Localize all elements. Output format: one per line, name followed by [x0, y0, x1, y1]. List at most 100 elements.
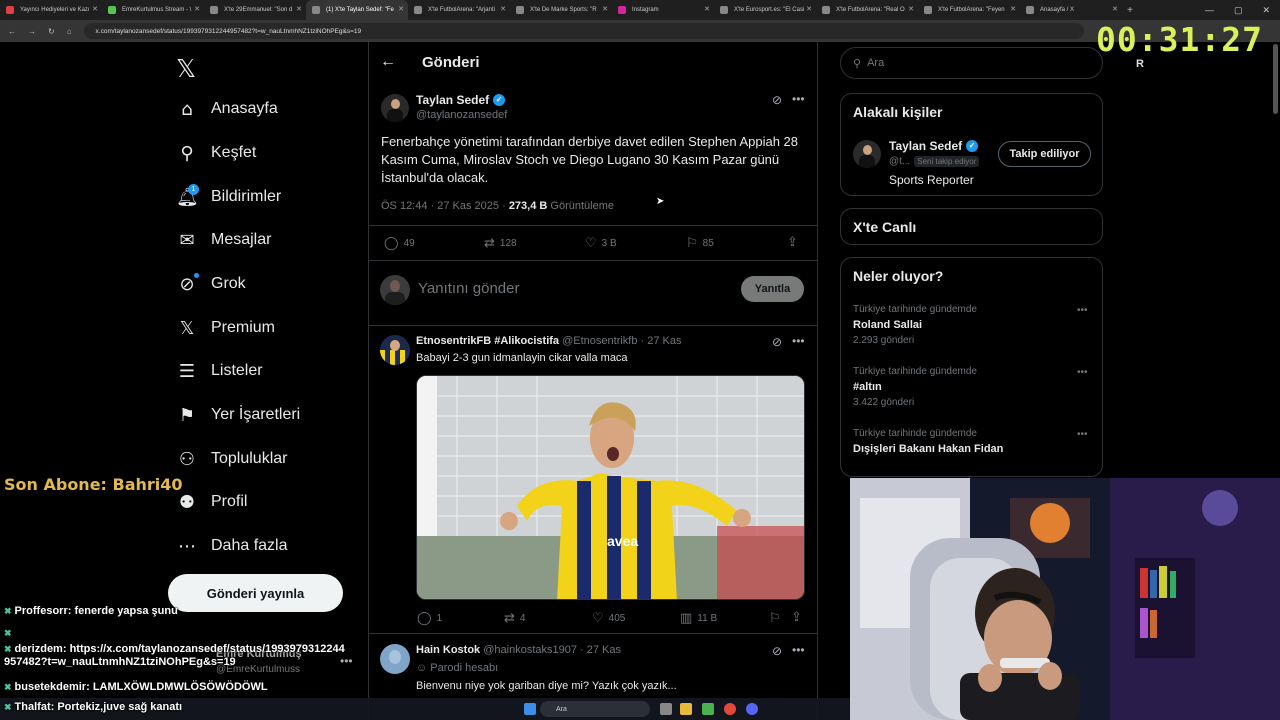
close-tab-icon[interactable]: ✕: [500, 5, 506, 13]
trend-name[interactable]: Roland Sallai: [853, 319, 922, 331]
reply-action[interactable]: ◯ 49: [384, 236, 415, 251]
nav-item-9[interactable]: ⚉ Profil: [176, 487, 248, 517]
close-tab-icon[interactable]: ✕: [1112, 5, 1118, 13]
live-card[interactable]: X'te Canlı: [840, 208, 1103, 245]
windows-start-icon[interactable]: [524, 703, 536, 715]
author-name[interactable]: Taylan Sedef ✓: [416, 93, 506, 107]
reply-author[interactable]: EtnosentrikFB #Alikocistifa @Etnosentrik…: [416, 335, 682, 347]
trend-more-icon[interactable]: •••: [1077, 367, 1088, 378]
back-nav-icon[interactable]: ←: [8, 27, 16, 36]
browser-tab[interactable]: (1) X'te Taylan Sedef: "Fe ✕: [306, 0, 408, 20]
tweet-timestamp[interactable]: ÖS 12:44 · 27 Kas 2025 ·: [381, 200, 509, 212]
related-avatar[interactable]: [853, 140, 881, 168]
url-input[interactable]: x.com/taylanozansedef/status/19939793122…: [83, 23, 1084, 39]
tab-favicon-icon: [210, 6, 218, 14]
nav-item-6[interactable]: ☰ Listeler: [176, 356, 263, 386]
author-handle[interactable]: @taylanozansedef: [416, 109, 507, 121]
like-count: 3 B: [601, 238, 617, 249]
reply-input[interactable]: Yanıtını gönder: [418, 280, 519, 297]
bookmark-action[interactable]: ⚐ 85: [686, 236, 714, 251]
browser-tab[interactable]: Yayıncı Hediyeleri ve Kazı ✕: [0, 0, 102, 20]
minimize-icon[interactable]: —: [1205, 5, 1214, 15]
nav-item-0[interactable]: ⌂ Anasayfa: [176, 94, 277, 124]
mail-icon: ✉: [179, 229, 195, 251]
discord-icon[interactable]: [746, 703, 758, 715]
close-tab-icon[interactable]: ✕: [194, 5, 200, 13]
grok-explain-icon[interactable]: ⊘: [772, 93, 782, 107]
reply-handle: @hainkostaks1907 · 27 Kas: [483, 644, 621, 656]
task-view-icon[interactable]: [660, 703, 672, 715]
following-button[interactable]: Takip ediliyor: [998, 141, 1091, 167]
retweet-action[interactable]: ⇄ 128: [484, 236, 517, 251]
bookmark-action[interactable]: ⚐: [769, 611, 781, 626]
more-options-icon[interactable]: •••: [792, 643, 805, 657]
close-tab-icon[interactable]: ✕: [908, 5, 914, 13]
page-scrollbar[interactable]: [1273, 44, 1278, 114]
nav-item-7[interactable]: ⚑ Yer İşaretleri: [176, 400, 300, 430]
reply-action[interactable]: ◯ 1: [417, 611, 442, 626]
more-options-icon[interactable]: •••: [792, 334, 805, 348]
views-action[interactable]: ▥ 11 B: [680, 611, 717, 626]
nav-item-10[interactable]: ⋯ Daha fazla: [176, 531, 288, 561]
reload-icon[interactable]: ↻: [48, 27, 55, 36]
nav-item-5[interactable]: 𝕏 Premium: [176, 313, 275, 343]
close-tab-icon[interactable]: ✕: [602, 5, 608, 13]
share-action[interactable]: ⇪: [791, 610, 802, 625]
browser-tab[interactable]: Anasayfa / X ✕: [1020, 0, 1122, 20]
reply-media-image[interactable]: avea: [416, 375, 805, 600]
browser-tab[interactable]: X'te FutbolArena: "Feyen ✕: [918, 0, 1020, 20]
close-window-icon[interactable]: ✕: [1262, 5, 1270, 16]
reply-avatar[interactable]: [380, 335, 410, 365]
close-tab-icon[interactable]: ✕: [398, 5, 404, 13]
forward-nav-icon[interactable]: →: [28, 27, 36, 36]
nav-item-2[interactable]: 🔔︎ 1 Bildirimler: [176, 182, 281, 212]
browser-tab[interactable]: Instagram ✕: [612, 0, 714, 20]
chrome-icon[interactable]: [724, 703, 736, 715]
trend-more-icon[interactable]: •••: [1077, 305, 1088, 316]
browser-tab[interactable]: EmreKurtulmus Stream - \ ✕: [102, 0, 204, 20]
reply-avatar[interactable]: [380, 644, 410, 674]
reply-button[interactable]: Yanıtla: [741, 276, 804, 302]
retweet-action[interactable]: ⇄ 4: [504, 611, 525, 626]
chat-badge-icon: ✖: [4, 682, 12, 692]
browser-tab[interactable]: X'te FutbolArena: "Arjanti ✕: [408, 0, 510, 20]
author-avatar[interactable]: [381, 94, 409, 122]
like-action[interactable]: ♡ 3 B: [585, 236, 617, 251]
reply-author[interactable]: Hain Kostok @hainkostaks1907 · 27 Kas: [416, 644, 621, 656]
nav-item-4[interactable]: ⊘ Grok: [176, 269, 246, 299]
nav-item-1[interactable]: ⚲ Keşfet: [176, 138, 256, 168]
browser-tab[interactable]: X'te Eurosport.es: "El Casi ✕: [714, 0, 816, 20]
more-options-icon[interactable]: •••: [792, 92, 805, 106]
browser-tab[interactable]: X'te FutbolArena: "Real O ✕: [816, 0, 918, 20]
maximize-icon[interactable]: ▢: [1234, 5, 1243, 16]
grok-explain-icon[interactable]: ⊘: [772, 335, 782, 349]
home-nav-icon[interactable]: ⌂: [67, 27, 72, 36]
nav-item-3[interactable]: ✉ Mesajlar: [176, 225, 271, 255]
x-logo-icon[interactable]: 𝕏: [176, 54, 196, 83]
trend-name[interactable]: Dışişleri Bakanı Hakan Fidan: [853, 443, 1003, 455]
file-explorer-icon[interactable]: [680, 703, 692, 715]
back-arrow-icon[interactable]: ←: [380, 53, 396, 71]
new-tab-icon[interactable]: +: [1122, 5, 1138, 16]
close-tab-icon[interactable]: ✕: [296, 5, 302, 13]
my-avatar[interactable]: [380, 275, 410, 305]
nav-item-8[interactable]: ⚇ Topluluklar: [176, 444, 288, 474]
close-tab-icon[interactable]: ✕: [1010, 5, 1016, 13]
trend-name[interactable]: #altın: [853, 381, 882, 393]
share-action[interactable]: ⇪: [787, 235, 798, 250]
browser-tab[interactable]: X'te De Marke Sports: "R ✕: [510, 0, 612, 20]
like-action[interactable]: ♡ 405: [592, 611, 625, 626]
grok-explain-icon[interactable]: ⊘: [772, 644, 782, 658]
close-tab-icon[interactable]: ✕: [92, 5, 98, 13]
footballer-photo: avea: [417, 376, 804, 599]
taskbar-search[interactable]: Ara: [540, 701, 650, 717]
related-name[interactable]: Taylan Sedef ✓: [889, 139, 979, 153]
search-input[interactable]: ⚲ Ara: [840, 47, 1103, 79]
browser-tab[interactable]: X'te 29Emmanuel: "Son d ✕: [204, 0, 306, 20]
close-tab-icon[interactable]: ✕: [806, 5, 812, 13]
trend-more-icon[interactable]: •••: [1077, 429, 1088, 440]
store-icon[interactable]: [702, 703, 714, 715]
post-button[interactable]: Gönderi yayınla: [168, 574, 343, 612]
reply-author-name: Hain Kostok: [416, 644, 481, 656]
close-tab-icon[interactable]: ✕: [704, 5, 710, 13]
